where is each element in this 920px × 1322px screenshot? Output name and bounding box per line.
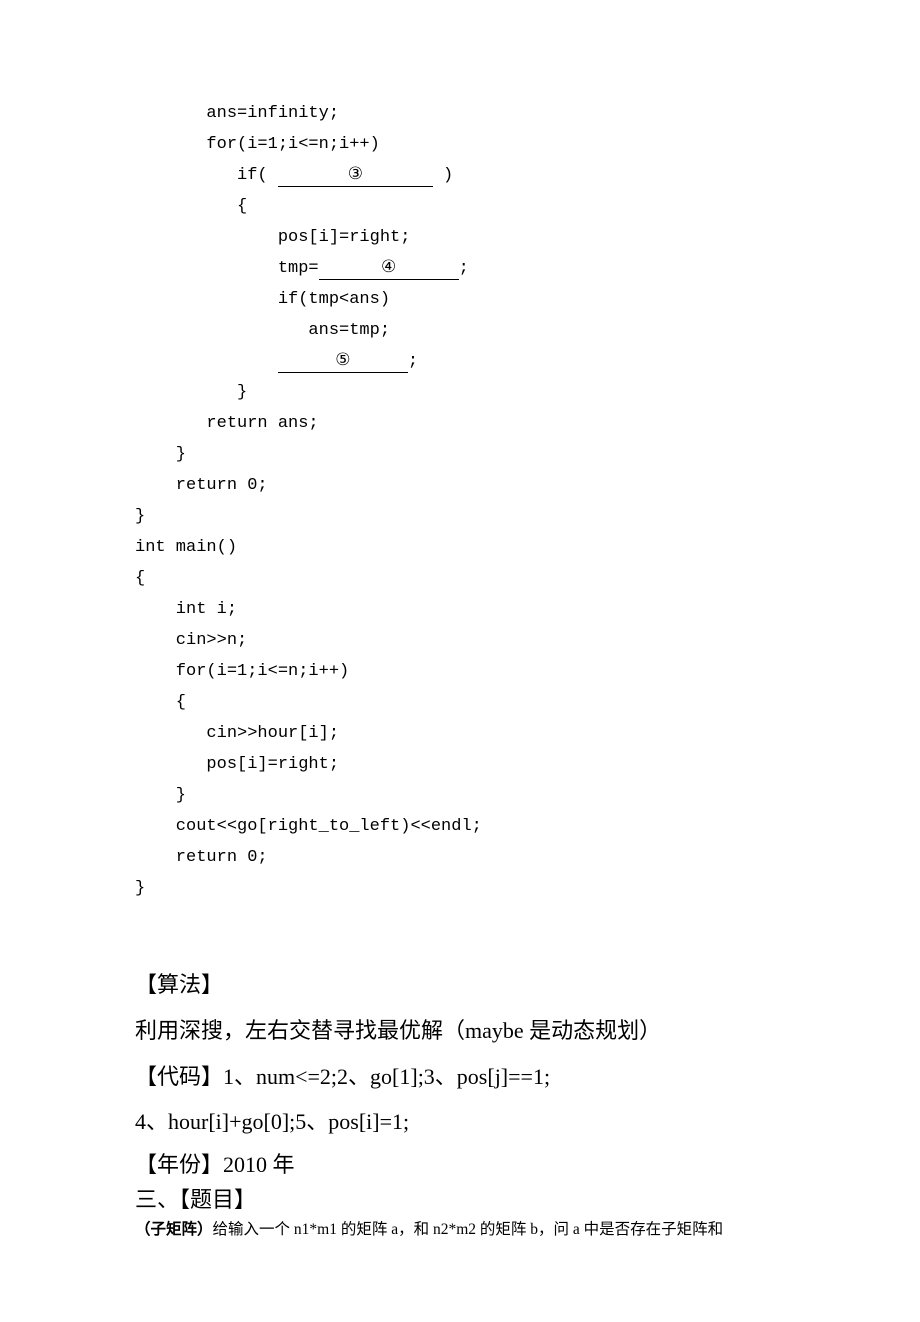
algorithm-heading: 【算法】 bbox=[135, 964, 785, 1006]
code-line: { bbox=[135, 197, 247, 216]
algorithm-body: 利用深搜，左右交替寻找最优解（maybe 是动态规划） bbox=[135, 1010, 785, 1052]
code-line: cin>>hour[i]; bbox=[135, 724, 339, 743]
code-answers-line1: 【代码】1、num<=2;2、go[1];3、pos[j]==1; bbox=[135, 1056, 785, 1098]
code-line: } bbox=[135, 383, 247, 402]
code-line-part: ; bbox=[408, 352, 418, 371]
fill-blank-5: ⑤ bbox=[278, 351, 408, 373]
problem-title: （子矩阵） bbox=[135, 1221, 213, 1238]
code-line: { bbox=[135, 693, 186, 712]
code-line-part: if( bbox=[135, 166, 278, 185]
code-line: for(i=1;i<=n;i++) bbox=[135, 662, 349, 681]
code-line: return 0; bbox=[135, 848, 268, 867]
code-line-part: tmp= bbox=[135, 259, 319, 278]
code-line-part: ; bbox=[459, 259, 469, 278]
code-line: } bbox=[135, 786, 186, 805]
problem-heading: 三、【题目】 bbox=[135, 1182, 785, 1217]
code-line: int main() bbox=[135, 538, 237, 557]
code-line: if(tmp<ans) bbox=[135, 290, 390, 309]
code-line: return ans; bbox=[135, 414, 319, 433]
code-line: } bbox=[135, 507, 145, 526]
code-line: int i; bbox=[135, 600, 237, 619]
code-line: for(i=1;i<=n;i++) bbox=[135, 135, 380, 154]
fill-blank-4: ④ bbox=[319, 258, 459, 280]
code-line: ans=tmp; bbox=[135, 321, 390, 340]
code-line: cout<<go[right_to_left)<<endl; bbox=[135, 817, 482, 836]
code-line: pos[i]=right; bbox=[135, 228, 410, 247]
code-line: } bbox=[135, 879, 145, 898]
problem-body-text: 给输入一个 n1*m1 的矩阵 a，和 n2*m2 的矩阵 b，问 a 中是否存… bbox=[213, 1221, 724, 1238]
code-line: cin>>n; bbox=[135, 631, 247, 650]
code-answers-line2: 4、hour[i]+go[0];5、pos[i]=1; bbox=[135, 1101, 785, 1143]
code-line: } bbox=[135, 445, 186, 464]
code-line-part bbox=[135, 352, 278, 371]
fill-blank-3: ③ bbox=[278, 165, 433, 187]
problem-body-line: （子矩阵）给输入一个 n1*m1 的矩阵 a，和 n2*m2 的矩阵 b，问 a… bbox=[135, 1218, 785, 1243]
code-block: ans=infinity; for(i=1;i<=n;i++) if( ③ ) … bbox=[135, 98, 785, 904]
year-line: 【年份】2010 年 bbox=[135, 1147, 785, 1182]
code-line: { bbox=[135, 569, 145, 588]
code-line: ans=infinity; bbox=[135, 104, 339, 123]
code-line: pos[i]=right; bbox=[135, 755, 339, 774]
code-line: return 0; bbox=[135, 476, 268, 495]
code-line-part: ) bbox=[433, 166, 453, 185]
